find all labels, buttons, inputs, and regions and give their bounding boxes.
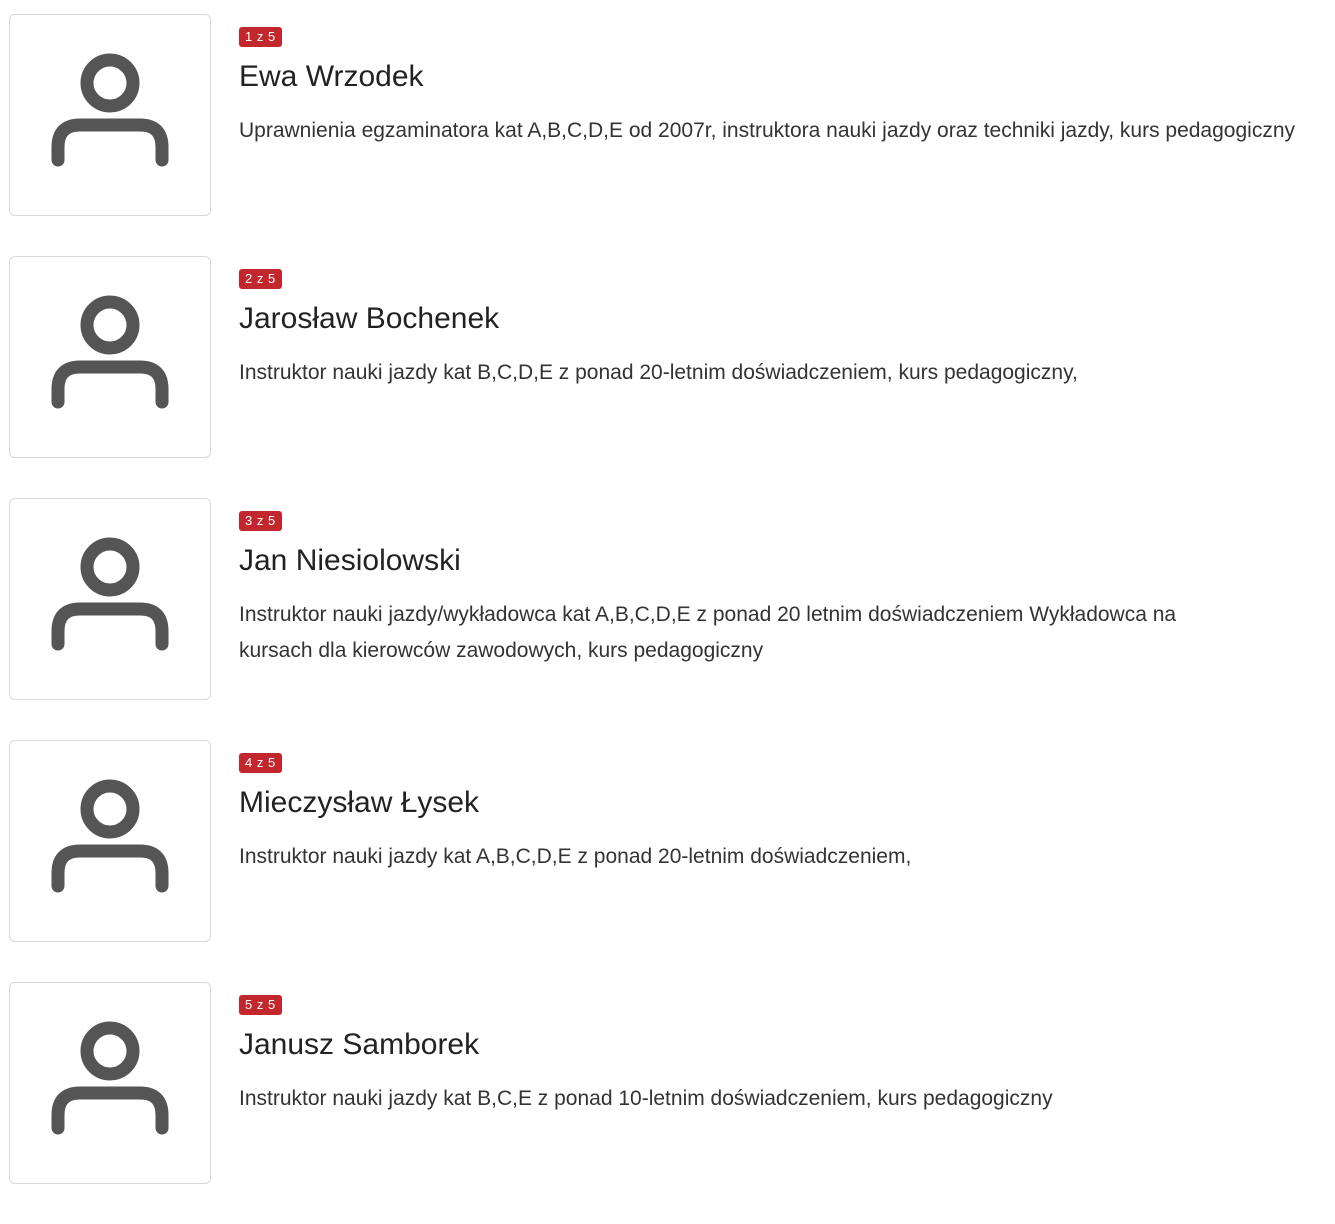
counter-badge: 5 z 5 (239, 995, 282, 1015)
instructor-name: Ewa Wrzodek (239, 60, 424, 93)
instructor-description: Uprawnienia egzaminatora kat A,B,C,D,E o… (239, 119, 1295, 142)
instructor-description: Instruktor nauki jazdy kat B,C,D,E z pon… (239, 361, 1078, 384)
instructor-name: Janusz Samborek (239, 1028, 480, 1061)
instructor-content: 2 z 5 Jarosław Bochenek Instruktor nauki… (239, 269, 1335, 391)
avatar (9, 14, 211, 216)
instructor-item: 1 z 5 Ewa Wrzodek Uprawnienia egzaminato… (9, 14, 1335, 256)
instructor-content: 1 z 5 Ewa Wrzodek Uprawnienia egzaminato… (239, 27, 1335, 149)
instructor-item: 5 z 5 Janusz Samborek Instruktor nauki j… (9, 982, 1335, 1224)
instructor-name: Mieczysław Łysek (239, 786, 480, 819)
user-icon (51, 779, 169, 893)
instructor-item: 3 z 5 Jan Niesiolowski Instruktor nauki … (9, 498, 1335, 740)
user-icon (51, 1021, 169, 1135)
instructor-name: Jarosław Bochenek (239, 302, 500, 335)
avatar (9, 498, 211, 700)
avatar (9, 982, 211, 1184)
instructor-description: Instruktor nauki jazdy kat A,B,C,D,E z p… (239, 845, 912, 868)
instructor-description: Instruktor nauki jazdy/wykładowca kat A,… (239, 603, 1177, 662)
instructor-content: 3 z 5 Jan Niesiolowski Instruktor nauki … (239, 511, 1335, 669)
avatar (9, 256, 211, 458)
counter-badge: 1 z 5 (239, 27, 282, 47)
instructor-name: Jan Niesiolowski (239, 544, 461, 577)
avatar (9, 740, 211, 942)
user-icon (51, 53, 169, 167)
instructor-content: 4 z 5 Mieczysław Łysek Instruktor nauki … (239, 753, 1335, 875)
instructor-content: 5 z 5 Janusz Samborek Instruktor nauki j… (239, 995, 1335, 1117)
counter-badge: 3 z 5 (239, 511, 282, 531)
counter-badge: 2 z 5 (239, 269, 282, 289)
counter-badge: 4 z 5 (239, 753, 282, 773)
instructor-list: 1 z 5 Ewa Wrzodek Uprawnienia egzaminato… (9, 14, 1335, 1224)
instructor-item: 2 z 5 Jarosław Bochenek Instruktor nauki… (9, 256, 1335, 498)
user-icon (51, 295, 169, 409)
instructor-description: Instruktor nauki jazdy kat B,C,E z ponad… (239, 1087, 1053, 1110)
instructor-item: 4 z 5 Mieczysław Łysek Instruktor nauki … (9, 740, 1335, 982)
user-icon (51, 537, 169, 651)
